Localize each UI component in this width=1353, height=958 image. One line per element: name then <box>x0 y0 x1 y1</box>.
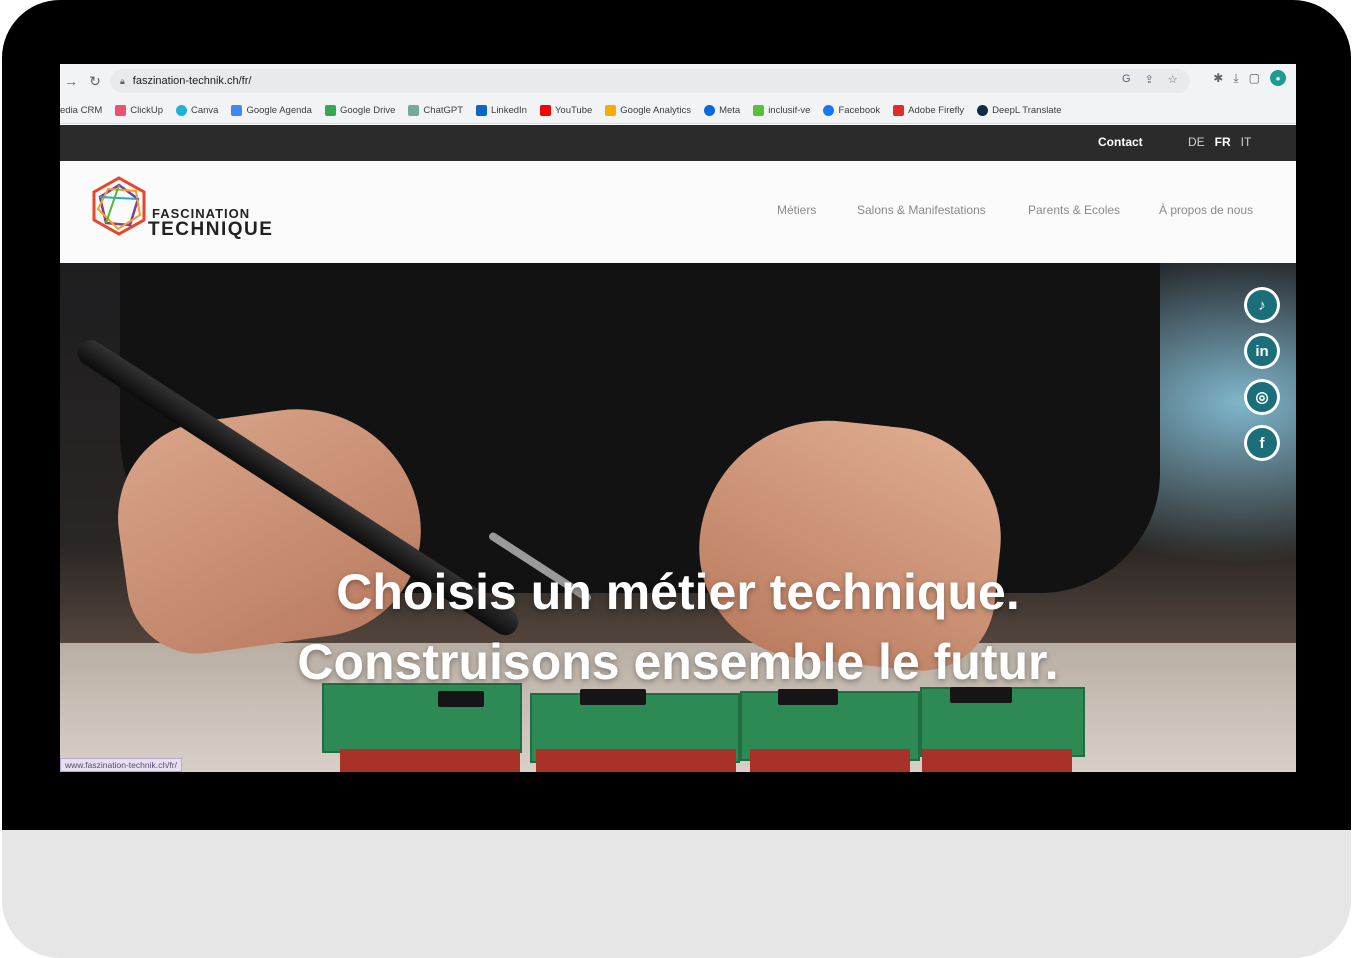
hero-image-chip <box>438 691 484 707</box>
bookmark-item[interactable]: Facebook <box>823 105 880 116</box>
logo-mark-icon <box>92 176 146 236</box>
link-status-bar: www.faszination-technik.ch/fr/ <box>60 758 182 772</box>
instagram-button[interactable]: ◎ <box>1244 379 1280 415</box>
hero-image-base <box>536 749 736 772</box>
url-text: faszination-technik.ch/fr/ <box>132 75 252 87</box>
tiktok-button[interactable]: ♪ <box>1244 287 1280 323</box>
canva-icon <box>175 105 187 116</box>
profile-avatar[interactable]: ● <box>1270 70 1286 86</box>
facebook-icon: f <box>1247 428 1277 458</box>
bookmark-item[interactable]: ChatGPT <box>408 105 463 116</box>
hero-image-base <box>922 749 1072 772</box>
lang-it[interactable]: IT <box>1241 135 1252 149</box>
site-logo[interactable]: FASCINATION TECHNIQUE <box>88 175 288 245</box>
bookmark-item[interactable]: Meta <box>704 105 740 116</box>
youtube-icon <box>539 105 551 116</box>
lock-icon: 🔒︎ <box>120 75 125 86</box>
forward-icon[interactable]: → <box>60 70 82 92</box>
tiktok-icon: ♪ <box>1247 290 1277 320</box>
hero-banner: Choisis un métier technique. Construison… <box>60 263 1296 772</box>
bookmark-item[interactable]: Canva <box>175 105 218 116</box>
monitor-chin <box>2 830 1351 958</box>
monitor-frame: → ↻ 🔒︎ faszination-technik.ch/fr/ G ⇪ ☆ … <box>2 0 1351 958</box>
bookmark-item[interactable]: Google Drive <box>324 105 395 116</box>
linkedin-icon: in <box>1247 336 1277 366</box>
hero-image-chip <box>778 689 838 705</box>
analytics-icon <box>605 105 617 116</box>
star-icon[interactable]: ☆ <box>1168 73 1178 86</box>
drive-icon <box>324 105 336 116</box>
site-topbar: Contact DE FR IT <box>60 125 1296 161</box>
bookmark-item[interactable]: DeepL Translate <box>977 105 1062 116</box>
bookmark-item[interactable]: edia CRM <box>60 105 102 116</box>
hero-image-base <box>750 749 910 772</box>
share-icon[interactable]: ⇪ <box>1145 73 1154 86</box>
site-header: FASCINATION TECHNIQUE Métiers Salons & M… <box>60 161 1296 263</box>
menu-parents-ecoles[interactable]: Parents & Ecoles <box>1028 203 1120 217</box>
facebook-bookmark-icon <box>823 105 835 116</box>
bookmarks-bar: edia CRM ClickUp Canva Google Agenda Goo… <box>60 98 1296 124</box>
lang-fr[interactable]: FR <box>1215 135 1231 149</box>
linkedin-button[interactable]: in <box>1244 333 1280 369</box>
hero-headline-line2: Construisons ensemble le futur. <box>297 634 1059 690</box>
bookmark-item[interactable]: LinkedIn <box>476 105 527 116</box>
deepl-icon <box>977 105 989 116</box>
language-switcher: DE FR IT <box>1188 135 1251 149</box>
bookmark-item[interactable]: inclusif-ve <box>753 105 810 116</box>
meta-icon <box>704 105 716 116</box>
sidepanel-icon[interactable]: ▢ <box>1249 71 1260 85</box>
bookmark-item[interactable]: YouTube <box>539 105 592 116</box>
contact-link[interactable]: Contact <box>1098 135 1143 149</box>
bookmark-item[interactable]: Google Analytics <box>605 105 691 116</box>
calendar-icon <box>231 105 243 116</box>
browser-toolbar: → ↻ 🔒︎ faszination-technik.ch/fr/ G ⇪ ☆ … <box>60 64 1296 98</box>
facebook-button[interactable]: f <box>1244 425 1280 461</box>
reload-icon[interactable]: ↻ <box>84 70 106 92</box>
omnibox-icons: G ⇪ ☆ <box>1122 73 1178 86</box>
lang-de[interactable]: DE <box>1188 135 1205 149</box>
hero-image-base <box>340 749 520 772</box>
instagram-icon: ◎ <box>1247 382 1277 412</box>
hero-image-chip <box>580 689 646 705</box>
extensions-icon[interactable]: ✱ <box>1213 71 1223 85</box>
bookmark-item[interactable]: Google Agenda <box>231 105 312 116</box>
browser-actions: ✱ ⤓ ▢ ● <box>1213 70 1286 86</box>
browser-screen: → ↻ 🔒︎ faszination-technik.ch/fr/ G ⇪ ☆ … <box>60 64 1296 772</box>
clickup-icon <box>115 105 127 116</box>
hero-headline-line1: Choisis un métier technique. <box>336 564 1020 620</box>
address-bar[interactable]: 🔒︎ faszination-technik.ch/fr/ <box>110 69 1190 93</box>
chatgpt-icon <box>408 105 420 116</box>
hero-image-pcb <box>322 683 522 753</box>
menu-metiers[interactable]: Métiers <box>777 203 816 217</box>
bookmark-item[interactable]: ClickUp <box>115 105 163 116</box>
logo-text-line2: TECHNIQUE <box>148 219 274 240</box>
menu-a-propos[interactable]: À propos de nous <box>1159 203 1253 217</box>
menu-salons[interactable]: Salons & Manifestations <box>857 203 986 217</box>
linkedin-bookmark-icon <box>476 105 488 116</box>
google-icon[interactable]: G <box>1122 73 1131 86</box>
inclusif-icon <box>753 105 765 116</box>
download-icon[interactable]: ⤓ <box>1233 71 1238 86</box>
bookmark-item[interactable]: Adobe Firefly <box>893 105 964 116</box>
firefly-icon <box>893 105 905 116</box>
